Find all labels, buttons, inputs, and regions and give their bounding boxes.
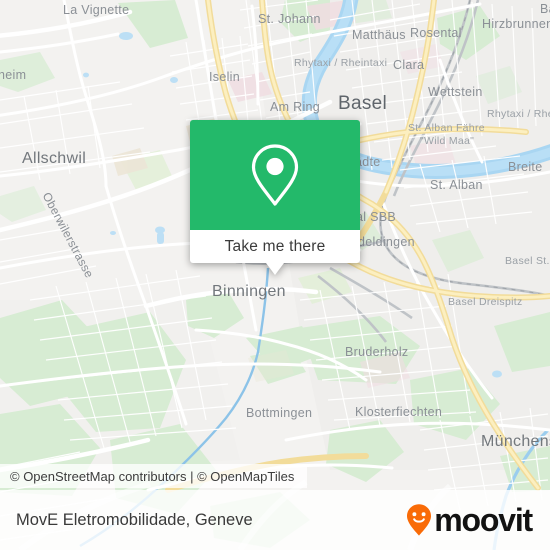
map-label-muenchenstein: Münchens (481, 433, 550, 450)
popup-action-bar[interactable]: Take me there (190, 230, 360, 263)
popup-tail (266, 263, 284, 275)
map-label-rosental: Rosental (410, 26, 462, 40)
map-label-wettstein: Wettstein (428, 85, 483, 99)
map-label-rhytaxi-rheintaxi-2: Rhytaxi / Rhein (487, 108, 550, 120)
map-label-st-alban: St. Alban (430, 178, 483, 192)
map-label-basel-sbb: al SBB (356, 210, 397, 224)
map-label-bruderholz: Bruderholz (345, 345, 409, 359)
map-label-bottmingen: Bottmingen (246, 406, 313, 420)
map-popup-callout[interactable]: Take me there (190, 120, 360, 275)
map-label-clara: Clara (393, 58, 425, 72)
map-label-matthaus: Matthäus (352, 28, 406, 42)
map-label-wild-maa: "Wild Maa" (420, 135, 475, 147)
map-label-iselin: Iselin (209, 70, 240, 84)
map-attribution-bar: © OpenStreetMap contributors | © OpenMap… (0, 464, 307, 488)
map-label-breite: Breite (508, 160, 543, 174)
map-label-am-ring: Am Ring (270, 100, 321, 114)
map-screenshot: La Vignette St. Johann Matthäus Rosental Hir… (0, 0, 550, 550)
footer-bar: MovE Eletromobilidade, Geneve moovit (0, 490, 550, 550)
map-label-basel-st-jakob: Basel St. Ja (505, 255, 550, 267)
moovit-logo[interactable]: moovit (406, 502, 533, 538)
moovit-smiley-pin-icon (407, 504, 432, 536)
map-label-allschwil: Allschwil (22, 150, 87, 167)
map-label-basel-dreispitz: Basel Dreispitz (448, 296, 523, 308)
map-label-hirzbrunnen: Hirzbrunnen (482, 17, 550, 31)
map-label-la-vignette: La Vignette (63, 3, 130, 17)
location-title: MovE Eletromobilidade, Geneve (16, 510, 253, 529)
map-label-st-alban-faehre: St. Alban Fähre (408, 122, 485, 134)
popup-header (190, 120, 360, 230)
map-label-basel: Basel (338, 93, 388, 114)
map-label-gundeldingen: deldingen (358, 235, 415, 249)
map-label-binningen: Binningen (212, 283, 286, 300)
map-label-st-johann: St. Johann (258, 12, 321, 26)
map-label-klosterfiechten: Klosterfiechten (355, 405, 443, 419)
map-label-hegenheim-edge: heim (0, 68, 27, 82)
moovit-wordmark: moovit (434, 502, 533, 538)
map-pin-icon (251, 144, 299, 206)
map-label-rhytaxi-rheintaxi-1: Rhytaxi / Rheintaxi (294, 57, 388, 69)
take-me-there-label: Take me there (224, 237, 326, 255)
attribution-text[interactable]: © OpenStreetMap contributors | © OpenMap… (10, 469, 294, 484)
map-label-basel-edge-top: Ba (540, 2, 550, 16)
